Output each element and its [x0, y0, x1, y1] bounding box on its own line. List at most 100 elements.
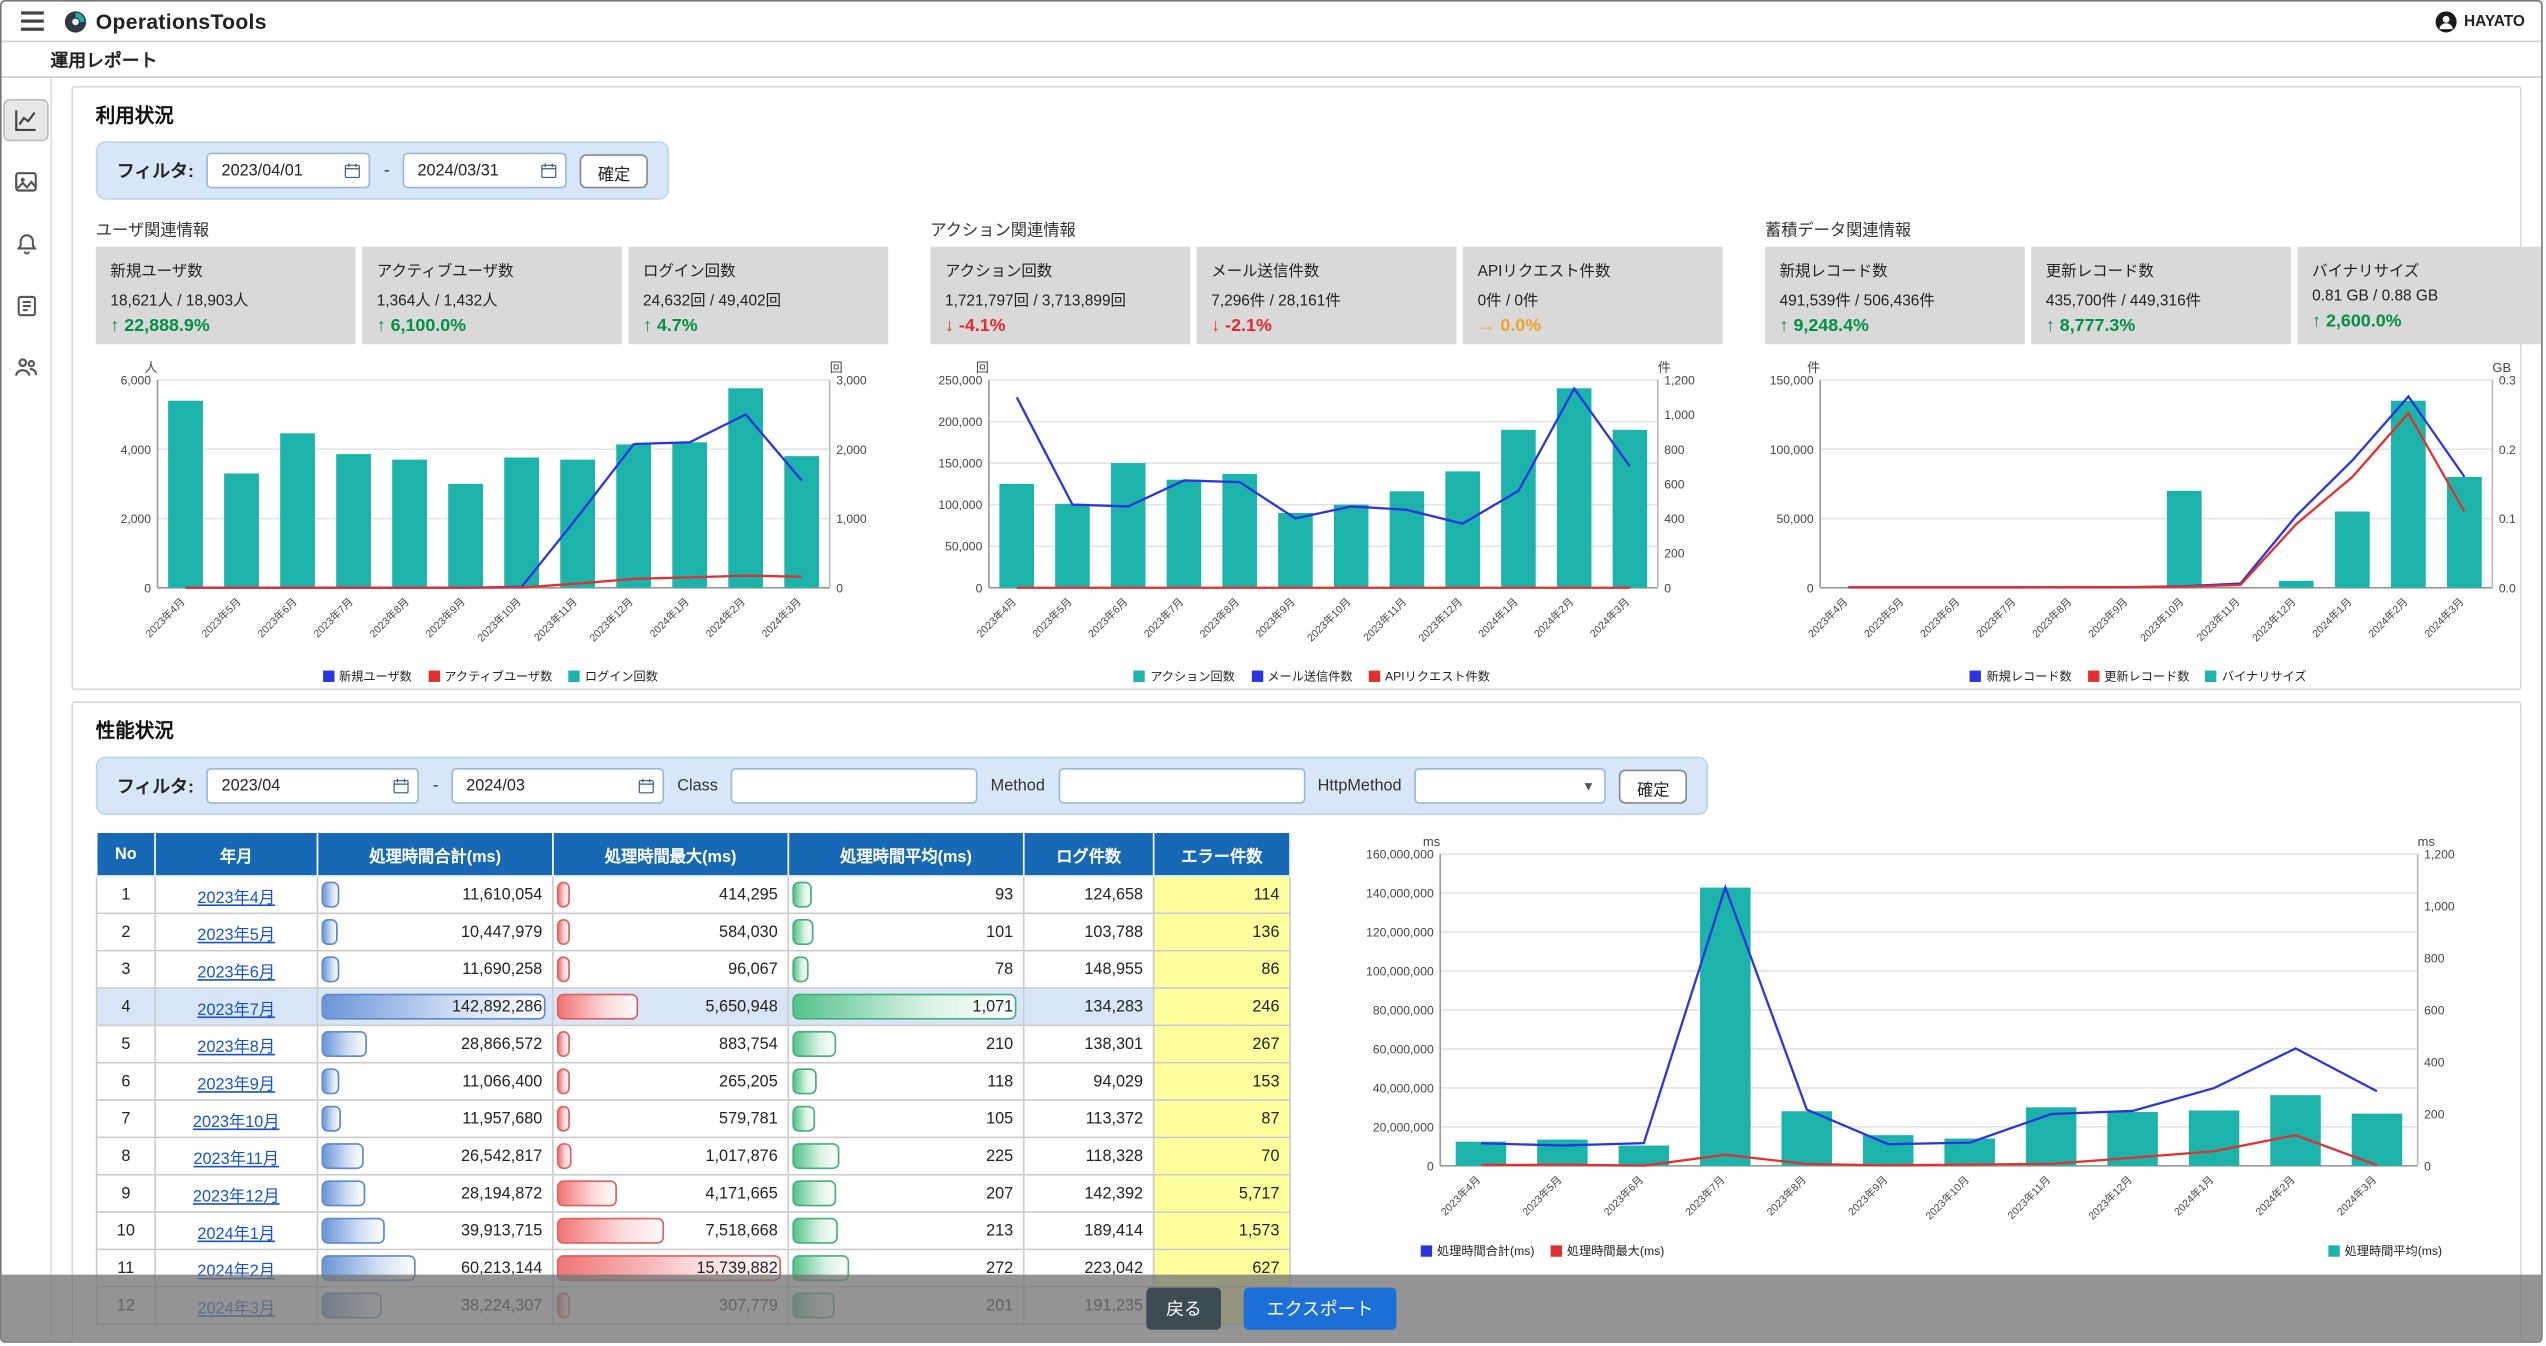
month-link[interactable]: 2023年5月 — [197, 926, 275, 944]
svg-text:GB: GB — [2492, 360, 2511, 375]
svg-text:人: 人 — [145, 360, 158, 375]
month-link[interactable]: 2023年6月 — [197, 964, 275, 982]
month-link[interactable]: 2023年10月 — [193, 1113, 280, 1131]
perf-date-from[interactable] — [207, 768, 420, 804]
sidebar-item-users[interactable] — [5, 347, 47, 386]
usage-date-to[interactable] — [403, 153, 567, 189]
svg-text:2023年5月: 2023年5月 — [1030, 595, 1075, 640]
back-button[interactable]: 戻る — [1147, 1287, 1222, 1329]
svg-text:0: 0 — [1427, 1159, 1434, 1173]
month-link[interactable]: 2023年11月 — [193, 1150, 278, 1168]
action-chart-block: 050,000100,000150,000200,000250,00002004… — [908, 357, 1717, 685]
sidebar — [2, 78, 52, 1343]
svg-text:2024年2月: 2024年2月 — [1531, 595, 1576, 640]
svg-text:0: 0 — [144, 581, 151, 595]
total-time-cell: 26,542,817 — [317, 1137, 552, 1174]
total-time-cell: 39,913,715 — [317, 1212, 552, 1249]
perf-table-row: 22023年5月10,447,979584,030101103,788136 — [97, 913, 1290, 950]
svg-text:2024年3月: 2024年3月 — [759, 595, 804, 640]
svg-text:2023年11月: 2023年11月 — [2005, 1173, 2053, 1221]
trend-flat-icon: → — [1478, 317, 1496, 336]
kpi-card-title: 新規ユーザ数 — [110, 258, 341, 281]
usage-date-to-input[interactable] — [414, 160, 534, 181]
month-link[interactable]: 2023年4月 — [197, 889, 275, 907]
httpmethod-label: HttpMethod — [1318, 777, 1402, 795]
svg-text:件: 件 — [1658, 360, 1671, 375]
sidebar-item-bell[interactable] — [5, 224, 47, 263]
month-link[interactable]: 2023年12月 — [193, 1188, 280, 1206]
svg-text:2023年5月: 2023年5月 — [1520, 1173, 1565, 1218]
httpmethod-select[interactable]: ▼ — [1415, 768, 1607, 804]
month-link[interactable]: 2023年8月 — [197, 1038, 275, 1056]
data-bar — [792, 1068, 817, 1094]
kpi-group: 蓄積データ関連情報新規レコード数491,539件 / 506,436件↑ 9,2… — [1765, 216, 2541, 344]
perf-table-row: 92023年12月28,194,8724,171,665207142,3925,… — [97, 1175, 1290, 1212]
kpi-card-title: 新規レコード数 — [1780, 258, 2011, 281]
sidebar-item-chart[interactable] — [5, 101, 47, 140]
user-menu[interactable]: HAYATO — [2435, 11, 2525, 32]
svg-text:2023年4月: 2023年4月 — [1805, 595, 1850, 640]
hamburger-menu-icon[interactable] — [18, 8, 47, 34]
data-bar — [792, 882, 811, 908]
svg-text:ms: ms — [1423, 834, 1441, 849]
data-bar — [321, 1068, 338, 1094]
kpi-card-value: 1,364人 / 1,432人 — [377, 287, 608, 310]
kpi-card-value: 435,700件 / 449,316件 — [2046, 287, 2277, 310]
user-name: HAYATO — [2464, 12, 2525, 30]
perf-date-from-input[interactable] — [218, 775, 387, 796]
data-bar — [557, 1068, 570, 1094]
perf-legend-left: 処理時間合計(ms)処理時間最大(ms) — [1421, 1242, 1665, 1260]
sidebar-item-list[interactable] — [5, 286, 47, 325]
perf-date-to-input[interactable] — [463, 775, 632, 796]
data-bar — [321, 1143, 363, 1169]
trend-up-icon: ↑ — [110, 317, 119, 336]
total-time-cell: 11,066,400 — [317, 1063, 552, 1100]
perf-table-row: 32023年6月11,690,25896,06778148,95586 — [97, 951, 1290, 988]
method-label: Method — [991, 777, 1045, 795]
svg-text:1,000: 1,000 — [1664, 408, 1695, 422]
row-month: 2023年11月 — [155, 1137, 317, 1174]
calendar-icon — [394, 778, 410, 794]
total-time-cell: 142,892,286 — [317, 988, 552, 1025]
svg-text:2023年4月: 2023年4月 — [143, 595, 188, 640]
app-logo-icon — [63, 9, 87, 33]
month-link[interactable]: 2023年7月 — [197, 1001, 275, 1019]
perf-date-to[interactable] — [452, 768, 665, 804]
svg-text:600: 600 — [2424, 1003, 2445, 1017]
max-time-cell: 5,650,948 — [553, 988, 788, 1025]
export-button[interactable]: エクスポート — [1244, 1287, 1396, 1329]
svg-text:2023年4月: 2023年4月 — [1438, 1173, 1483, 1218]
trend-up-icon: ↑ — [1780, 317, 1789, 336]
perf-submit-button[interactable]: 確定 — [1619, 769, 1687, 803]
kpi-card-title: 更新レコード数 — [2046, 258, 2277, 281]
row-month: 2024年1月 — [155, 1212, 317, 1249]
svg-text:2023年5月: 2023年5月 — [1861, 595, 1906, 640]
data-bar — [792, 1106, 814, 1132]
legend-swatch — [569, 671, 580, 682]
legend-swatch — [323, 671, 334, 682]
svg-text:0: 0 — [1807, 581, 1814, 595]
month-link[interactable]: 2023年9月 — [197, 1076, 275, 1094]
svg-text:2023年9月: 2023年9月 — [2086, 595, 2131, 640]
date-separator: - — [433, 776, 439, 795]
data-bar — [321, 919, 337, 945]
trend-up-icon: ↑ — [377, 317, 386, 336]
method-input[interactable] — [1058, 768, 1305, 804]
error-count-cell: 87 — [1154, 1100, 1290, 1137]
perf-table-body: 12023年4月11,610,054414,29593124,658114220… — [97, 876, 1290, 1324]
svg-text:2024年3月: 2024年3月 — [1587, 595, 1632, 640]
svg-text:1,000: 1,000 — [2424, 900, 2455, 914]
kpi-card: アクション回数1,721,797回 / 3,713,899回↓ -4.1% — [930, 247, 1190, 344]
class-input[interactable] — [731, 768, 978, 804]
data-bar — [792, 1143, 839, 1169]
svg-text:40,000,000: 40,000,000 — [1373, 1081, 1434, 1095]
svg-text:2023年5月: 2023年5月 — [199, 595, 244, 640]
kpi-card: アクティブユーザ数1,364人 / 1,432人↑ 6,100.0% — [362, 247, 622, 344]
month-link[interactable]: 2024年1月 — [197, 1225, 275, 1243]
sidebar-item-image[interactable] — [5, 162, 47, 201]
legend-swatch — [2206, 671, 2217, 682]
usage-date-from[interactable] — [207, 153, 371, 189]
usage-submit-button[interactable]: 確定 — [580, 153, 648, 187]
perf-table-row: 72023年10月11,957,680579,781105113,37287 — [97, 1100, 1290, 1137]
usage-date-from-input[interactable] — [218, 160, 338, 181]
